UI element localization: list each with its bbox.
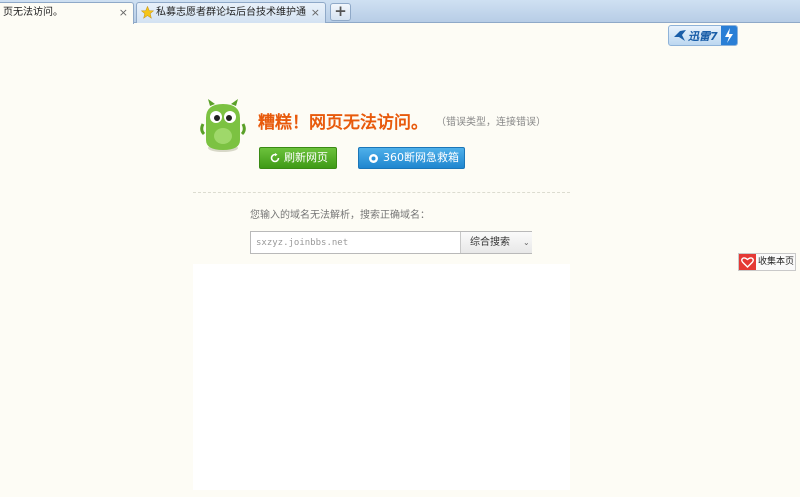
lightning-icon — [721, 26, 737, 45]
tab-label: 页无法访问。 — [3, 7, 63, 18]
tab-label: 私募志愿者群论坛后台技术维护通知... — [156, 7, 306, 18]
search-box: 综合搜索 ⌄ — [250, 231, 532, 254]
search-input[interactable] — [251, 232, 460, 253]
new-tab-button[interactable]: + — [330, 3, 351, 21]
error-title: 糟糕！网页无法访问。 — [258, 113, 428, 133]
tab-close-icon[interactable]: × — [119, 3, 128, 22]
tab-strip: 页无法访问。 × 私募志愿者群论坛后台技术维护通知... × + — [0, 0, 800, 24]
tab-close-icon[interactable]: × — [311, 3, 320, 22]
divider — [193, 192, 570, 193]
rescue-button[interactable]: 360断网急救箱 — [358, 147, 465, 169]
refresh-icon — [270, 153, 280, 163]
search-hint: 您输入的域名无法解析，搜索正确域名： — [250, 210, 430, 221]
chevron-down-icon: ⌄ — [523, 238, 530, 247]
mascot-icon — [200, 99, 246, 152]
tab-inactive[interactable]: 私募志愿者群论坛后台技术维护通知... × — [136, 2, 326, 23]
heart-icon — [739, 254, 756, 270]
blank-panel — [193, 264, 570, 490]
xunlei-label: 迅雷7 — [688, 30, 718, 43]
tab-active[interactable]: 页无法访问。 × — [0, 2, 134, 24]
bookmark-button[interactable]: 收集本页 — [738, 253, 796, 271]
rescue-label: 360断网急救箱 — [383, 151, 459, 164]
error-detail: （错误类型，连接错误） — [436, 117, 546, 128]
search-type-select[interactable]: 综合搜索 ⌄ — [460, 232, 532, 253]
lifebuoy-icon — [369, 154, 378, 163]
refresh-button[interactable]: 刷新网页 — [259, 147, 337, 169]
star-icon — [141, 6, 154, 19]
xunlei-badge[interactable]: 迅雷7 — [668, 25, 738, 46]
bookmark-label: 收集本页 — [758, 257, 795, 267]
refresh-label: 刷新网页 — [284, 151, 328, 164]
xunlei-bird-icon — [674, 30, 686, 41]
search-type-label: 综合搜索 — [470, 237, 510, 248]
